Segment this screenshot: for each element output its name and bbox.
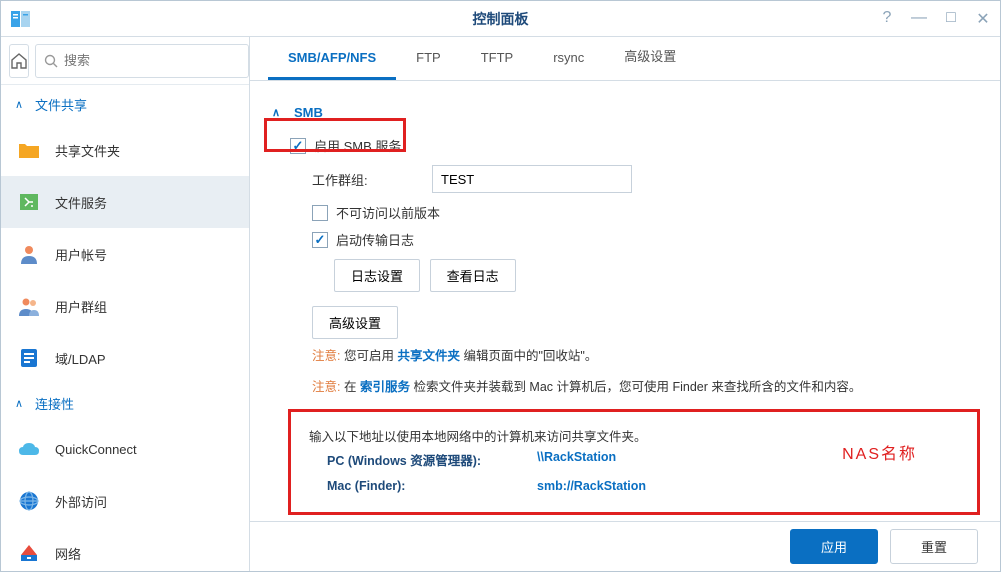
note-recycle: 注意: 您可启用 共享文件夹 编辑页面中的"回收站"。 [290, 339, 978, 370]
content: ∧ SMB 启用 SMB 服务 工作群组: [250, 81, 1000, 521]
smb-section: ∧ SMB 启用 SMB 服务 工作群组: [272, 93, 978, 521]
tab-advanced[interactable]: 高级设置 [604, 37, 696, 80]
file-service-icon [17, 190, 41, 214]
workgroup-label: 工作群组: [312, 170, 432, 189]
globe-icon [17, 489, 41, 513]
workgroup-input[interactable] [432, 165, 632, 193]
group-icon [17, 294, 41, 318]
smb-body: 启用 SMB 服务 工作群组: 不可访问以前版本 [272, 124, 978, 521]
sidebar-item-label: QuickConnect [55, 442, 137, 457]
search-input[interactable] [64, 53, 240, 68]
sidebar-item-ldap[interactable]: 域/LDAP [1, 332, 249, 384]
section-label: 文件共享 [35, 95, 87, 114]
sidebar-item-external-access[interactable]: 外部访问 [1, 475, 249, 527]
sidebar-top [1, 37, 249, 85]
advanced-settings-button[interactable]: 高级设置 [312, 306, 398, 339]
tab-ftp[interactable]: FTP [396, 38, 461, 80]
chevron-up-icon: ∧ [15, 397, 27, 410]
sidebar-item-file-services[interactable]: 文件服务 [1, 176, 249, 228]
sidebar-item-network[interactable]: 网络 [1, 527, 249, 571]
address-pc-value: \\RackStation [537, 450, 616, 469]
footer: 应用 重置 [250, 521, 1000, 571]
prev-version-row: 不可访问以前版本 [290, 199, 978, 226]
sidebar-item-quickconnect[interactable]: QuickConnect [1, 423, 249, 475]
minimize-button[interactable]: — [910, 9, 928, 29]
main: SMB/AFP/NFS FTP TFTP rsync 高级设置 ∧ SMB 启用… [250, 37, 1000, 571]
address-mac-value: smb://RackStation [537, 479, 646, 493]
prev-version-checkbox[interactable] [312, 205, 328, 221]
enable-smb-checkbox[interactable] [290, 138, 306, 154]
smb-title: SMB [294, 105, 323, 120]
control-panel-window: 控制面板 ? — □ ✕ ∧ 文件共享 [0, 0, 1001, 572]
sidebar-item-label: 用户群组 [55, 297, 107, 316]
log-settings-button[interactable]: 日志设置 [334, 259, 420, 292]
maximize-button[interactable]: □ [942, 9, 960, 29]
tab-smb-afp-nfs[interactable]: SMB/AFP/NFS [268, 38, 396, 80]
section-label: 连接性 [35, 394, 74, 413]
sidebar-item-label: 共享文件夹 [55, 141, 120, 160]
titlebar: 控制面板 ? — □ ✕ [1, 1, 1000, 37]
window-title: 控制面板 [473, 9, 529, 29]
address-mac-label: Mac (Finder): [327, 479, 537, 493]
index-service-link[interactable]: 索引服务 [360, 380, 410, 394]
enable-smb-label: 启用 SMB 服务 [314, 136, 401, 155]
sidebar-item-label: 网络 [55, 544, 81, 563]
workgroup-row: 工作群组: [290, 159, 978, 199]
body: ∧ 文件共享 共享文件夹 文件服务 用户帐号 用户群组 域/LDAP [1, 37, 1000, 571]
sidebar-item-label: 文件服务 [55, 193, 107, 212]
advanced-button-wrap: 高级设置 [290, 300, 978, 339]
tab-rsync[interactable]: rsync [533, 38, 604, 80]
sidebar-item-label: 用户帐号 [55, 245, 107, 264]
cloud-icon [17, 437, 41, 461]
transfer-log-row: 启动传输日志 [290, 226, 978, 253]
search-box[interactable] [35, 44, 249, 78]
note-label: 注意: [312, 380, 340, 394]
transfer-log-checkbox[interactable] [312, 232, 328, 248]
apply-button[interactable]: 应用 [790, 529, 878, 564]
sidebar-item-label: 域/LDAP [55, 349, 106, 368]
network-icon [17, 541, 41, 565]
sidebar-item-shared-folder[interactable]: 共享文件夹 [1, 124, 249, 176]
address-pc-label: PC (Windows 资源管理器): [327, 450, 537, 469]
tabs: SMB/AFP/NFS FTP TFTP rsync 高级设置 [250, 37, 1000, 81]
help-button[interactable]: ? [878, 9, 896, 29]
close-button[interactable]: ✕ [974, 9, 992, 29]
address-box: 输入以下地址以使用本地网络中的计算机来访问共享文件夹。 PC (Windows … [290, 411, 978, 513]
chevron-up-icon: ∧ [272, 106, 284, 119]
tab-tftp[interactable]: TFTP [461, 38, 534, 80]
note-index: 注意: 在 索引服务 检索文件夹并装载到 Mac 计算机后，您可使用 Finde… [290, 370, 978, 401]
app-icon [9, 7, 33, 31]
folder-icon [17, 138, 41, 162]
smb-header[interactable]: ∧ SMB [272, 101, 978, 124]
shared-folder-link[interactable]: 共享文件夹 [397, 349, 460, 363]
transfer-log-label: 启动传输日志 [336, 230, 414, 249]
sidebar-item-user[interactable]: 用户帐号 [1, 228, 249, 280]
ldap-icon [17, 346, 41, 370]
window-controls: ? — □ ✕ [878, 9, 992, 29]
reset-button[interactable]: 重置 [890, 529, 978, 564]
nas-name-annotation: NAS名称 [842, 440, 917, 464]
sidebar-item-label: 外部访问 [55, 492, 107, 511]
address-mac-row: Mac (Finder): smb://RackStation [309, 474, 959, 498]
sidebar: ∧ 文件共享 共享文件夹 文件服务 用户帐号 用户群组 域/LDAP [1, 37, 250, 571]
log-buttons: 日志设置 查看日志 [290, 253, 978, 292]
search-icon [44, 54, 58, 68]
sidebar-item-group[interactable]: 用户群组 [1, 280, 249, 332]
prev-version-label: 不可访问以前版本 [336, 203, 440, 222]
section-file-sharing[interactable]: ∧ 文件共享 [1, 85, 249, 124]
user-icon [17, 242, 41, 266]
enable-smb-row: 启用 SMB 服务 [290, 132, 978, 159]
chevron-up-icon: ∧ [15, 98, 27, 111]
home-button[interactable] [9, 44, 29, 78]
view-log-button[interactable]: 查看日志 [430, 259, 516, 292]
section-connectivity[interactable]: ∧ 连接性 [1, 384, 249, 423]
note-label: 注意: [312, 349, 340, 363]
